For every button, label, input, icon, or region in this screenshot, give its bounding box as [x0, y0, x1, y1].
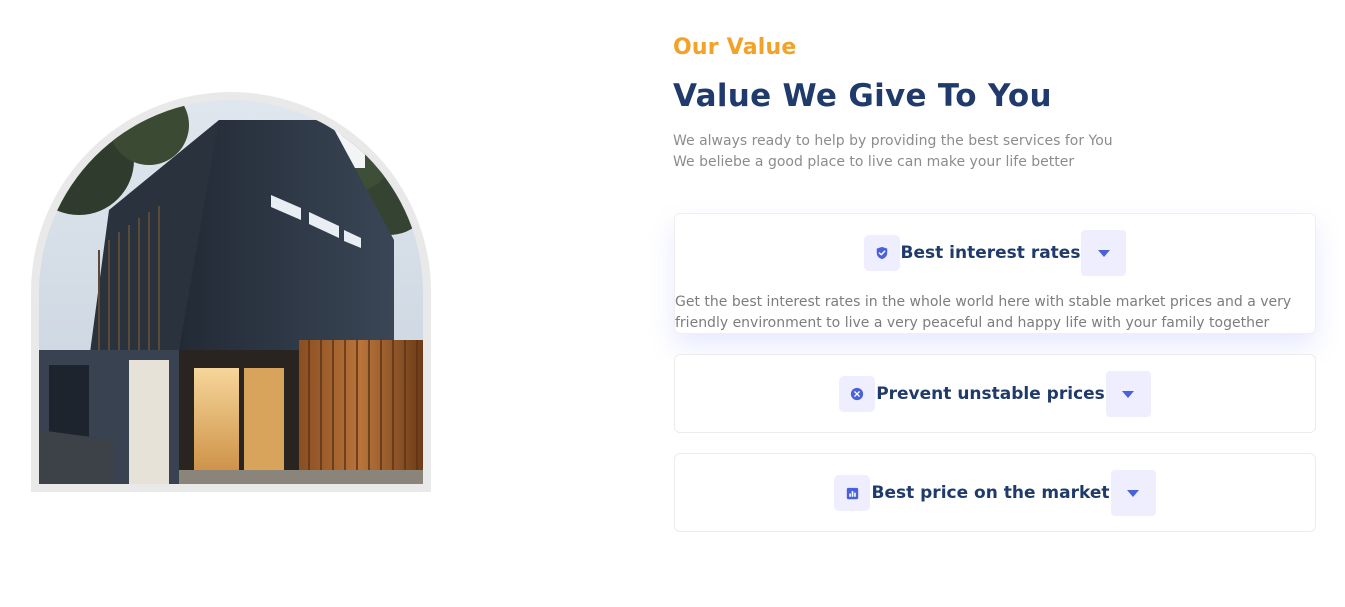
- shield-check-icon: [863, 235, 900, 271]
- close-circle-icon: [839, 376, 876, 412]
- house-image-frame: [31, 92, 431, 492]
- chart-icon: [834, 475, 871, 511]
- accordion-header[interactable]: Best interest rates: [675, 230, 1315, 276]
- accordion-title: Best price on the market: [871, 483, 1110, 503]
- accordion-header[interactable]: Prevent unstable prices: [675, 371, 1315, 417]
- accordion-header[interactable]: Best price on the market: [675, 470, 1315, 516]
- accordion-body: Get the best interest rates in the whole…: [675, 294, 1292, 331]
- accordion-item-best-interest-rates: Best interest rates Get the best interes…: [674, 213, 1316, 334]
- house-image: [39, 100, 423, 484]
- description-line: We always ready to help by providing the…: [673, 133, 1113, 149]
- section-title: Value We Give To You: [673, 78, 1052, 114]
- accordion-item-prevent-unstable-prices: Prevent unstable prices: [674, 354, 1316, 433]
- section-eyebrow: Our Value: [673, 35, 797, 60]
- accordion-title: Prevent unstable prices: [876, 384, 1105, 404]
- section-description: We always ready to help by providing the…: [673, 131, 1113, 173]
- accordion-item-best-price-on-market: Best price on the market: [674, 453, 1316, 532]
- accordion-title: Best interest rates: [900, 243, 1081, 263]
- chevron-down-icon[interactable]: [1081, 230, 1127, 276]
- description-line: We beliebe a good place to live can make…: [673, 154, 1075, 170]
- chevron-down-icon[interactable]: [1105, 371, 1151, 417]
- chevron-down-icon[interactable]: [1110, 470, 1156, 516]
- value-section: Our Value Value We Give To You We always…: [0, 0, 1345, 607]
